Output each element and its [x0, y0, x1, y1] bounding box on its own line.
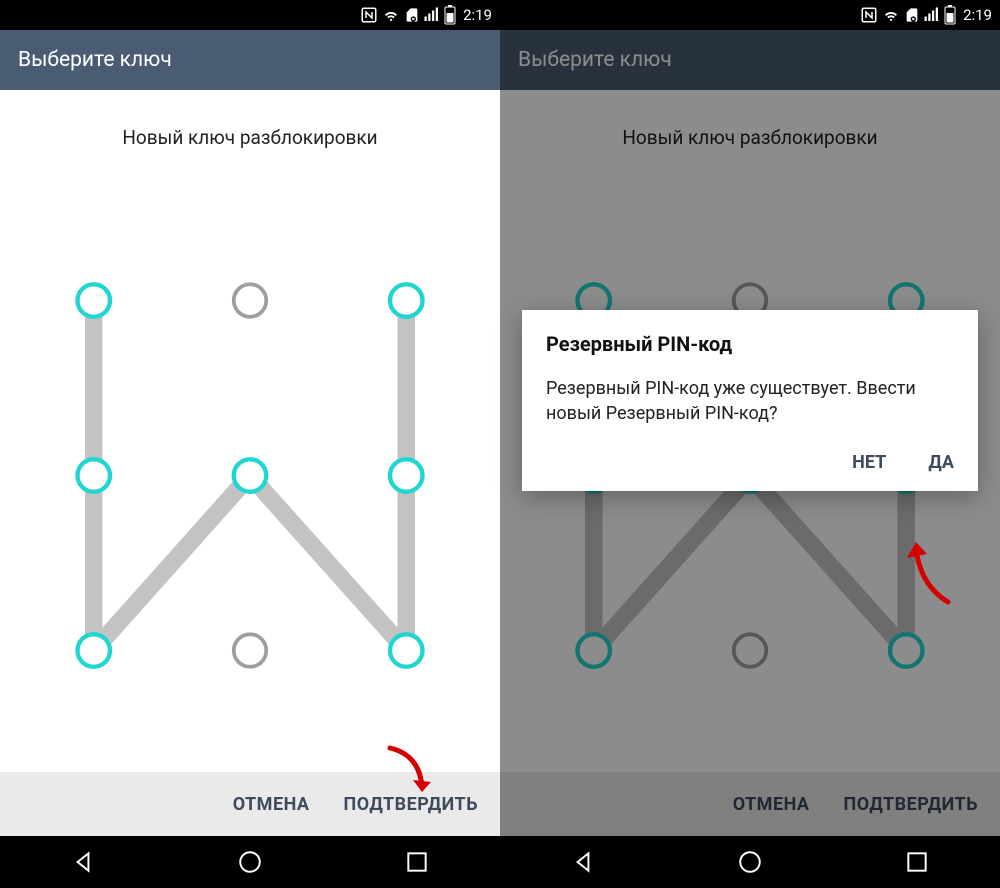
back-icon[interactable] — [570, 849, 596, 875]
dialog-yes-button[interactable]: ДА — [928, 452, 954, 473]
home-icon[interactable] — [737, 849, 763, 875]
pattern-lock-grid[interactable] — [0, 179, 500, 772]
instruction-text: Новый ключ разблокировки — [0, 90, 500, 179]
app-header: Выберите ключ — [0, 30, 500, 90]
dialog-body: Резервный PIN-код уже существует. Ввести… — [546, 376, 954, 426]
status-time: 2:19 — [963, 6, 992, 24]
confirm-button[interactable]: ПОДТВЕРДИТЬ — [344, 794, 478, 815]
nfc-icon — [360, 6, 378, 24]
navigation-bar — [0, 836, 500, 888]
signal-icon — [923, 6, 941, 24]
backup-pin-dialog: Резервный PIN-код Резервный PIN-код уже … — [522, 310, 978, 491]
wifi-icon — [881, 6, 901, 24]
dialog-title: Резервный PIN-код — [546, 332, 954, 356]
wifi-icon — [381, 6, 401, 24]
signal-icon — [423, 6, 441, 24]
battery-icon — [444, 5, 456, 25]
phone-screen-left: 2:19 Выберите ключ Новый ключ разблокиро… — [0, 0, 500, 888]
page-title: Выберите ключ — [18, 48, 172, 72]
content-area: Новый ключ разблокировки — [0, 90, 500, 836]
status-time: 2:19 — [463, 6, 492, 24]
status-bar: 2:19 — [0, 0, 500, 30]
cancel-button[interactable]: ОТМЕНА — [233, 794, 310, 815]
home-icon[interactable] — [237, 849, 263, 875]
dialog-actions: НЕТ ДА — [546, 452, 954, 473]
sd-card-icon — [904, 6, 920, 24]
phone-screen-right: 2:19 Выберите ключ Новый ключ разблокиро… — [500, 0, 1000, 888]
recent-icon[interactable] — [404, 849, 430, 875]
sd-card-icon — [404, 6, 420, 24]
nfc-icon — [860, 6, 878, 24]
status-bar: 2:19 — [500, 0, 1000, 30]
dialog-no-button[interactable]: НЕТ — [852, 452, 886, 473]
navigation-bar — [500, 836, 1000, 888]
battery-icon — [944, 5, 956, 25]
back-icon[interactable] — [70, 849, 96, 875]
bottom-button-bar: ОТМЕНА ПОДТВЕРДИТЬ — [0, 772, 500, 836]
recent-icon[interactable] — [904, 849, 930, 875]
